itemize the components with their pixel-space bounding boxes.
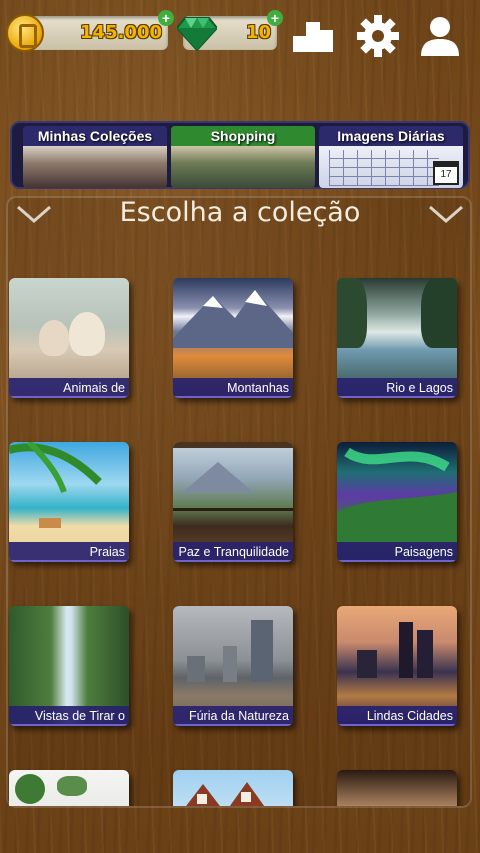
shopping-tab[interactable]: Shopping [171, 126, 315, 188]
collection-card[interactable]: Rio e Lagos [337, 278, 457, 398]
collection-card[interactable] [173, 770, 293, 806]
gear-icon[interactable] [356, 14, 400, 58]
collection-card[interactable]: Animais de [9, 278, 129, 398]
card-label: Fúria da Natureza [173, 706, 293, 726]
chevron-down-icon[interactable] [428, 204, 464, 224]
card-image [9, 770, 129, 806]
coin-icon [6, 14, 44, 52]
card-label: Lindas Cidades [337, 706, 457, 726]
card-label: Rio e Lagos [337, 378, 457, 398]
calendar-icon: 17 [433, 161, 459, 185]
collection-card[interactable]: Fúria da Natureza [173, 606, 293, 726]
collection-card[interactable]: Paz e Tranquilidade [173, 442, 293, 562]
collection-card[interactable] [9, 770, 129, 806]
card-image [173, 770, 293, 806]
daily-images-label: Imagens Diárias [319, 126, 463, 146]
collection-grid: Animais de Montanhas Rio e Lagos Praias [6, 240, 472, 806]
collection-card[interactable] [337, 770, 457, 806]
shopping-label: Shopping [171, 126, 315, 146]
coin-amount: 145.000 [80, 22, 162, 43]
collection-card[interactable]: Vistas de Tirar o [9, 606, 129, 726]
calendar-image [329, 150, 439, 186]
collection-card[interactable]: Montanhas [173, 278, 293, 398]
add-gems-icon[interactable]: + [267, 10, 283, 26]
add-coins-icon[interactable]: + [158, 10, 174, 26]
my-collections-label: Minhas Coleções [23, 126, 167, 146]
card-label: Paisagens [337, 542, 457, 562]
gem-icon [177, 17, 217, 52]
user-icon[interactable] [418, 14, 462, 58]
collection-card[interactable]: Praias [9, 442, 129, 562]
collection-card[interactable]: Lindas Cidades [337, 606, 457, 726]
card-label: Animais de [9, 378, 129, 398]
collection-title: Escolha a coleção [119, 197, 361, 228]
daily-images-tab[interactable]: Imagens Diárias 17 [319, 126, 463, 188]
chevron-down-icon[interactable] [16, 204, 52, 224]
leaderboard-icon[interactable] [291, 14, 335, 58]
my-collections-tab[interactable]: Minhas Coleções [23, 126, 167, 188]
collection-card[interactable]: Paisagens [337, 442, 457, 562]
menu-strip: Minhas Coleções Shopping Imagens Diárias… [10, 121, 470, 189]
card-label: Vistas de Tirar o [9, 706, 129, 726]
gem-amount: 10 [245, 22, 271, 43]
card-label: Paz e Tranquilidade [173, 542, 293, 562]
card-label: Montanhas [173, 378, 293, 398]
top-bar: 145.000 + 10 + [0, 0, 480, 70]
card-image [337, 770, 457, 806]
card-label: Praias [9, 542, 129, 562]
